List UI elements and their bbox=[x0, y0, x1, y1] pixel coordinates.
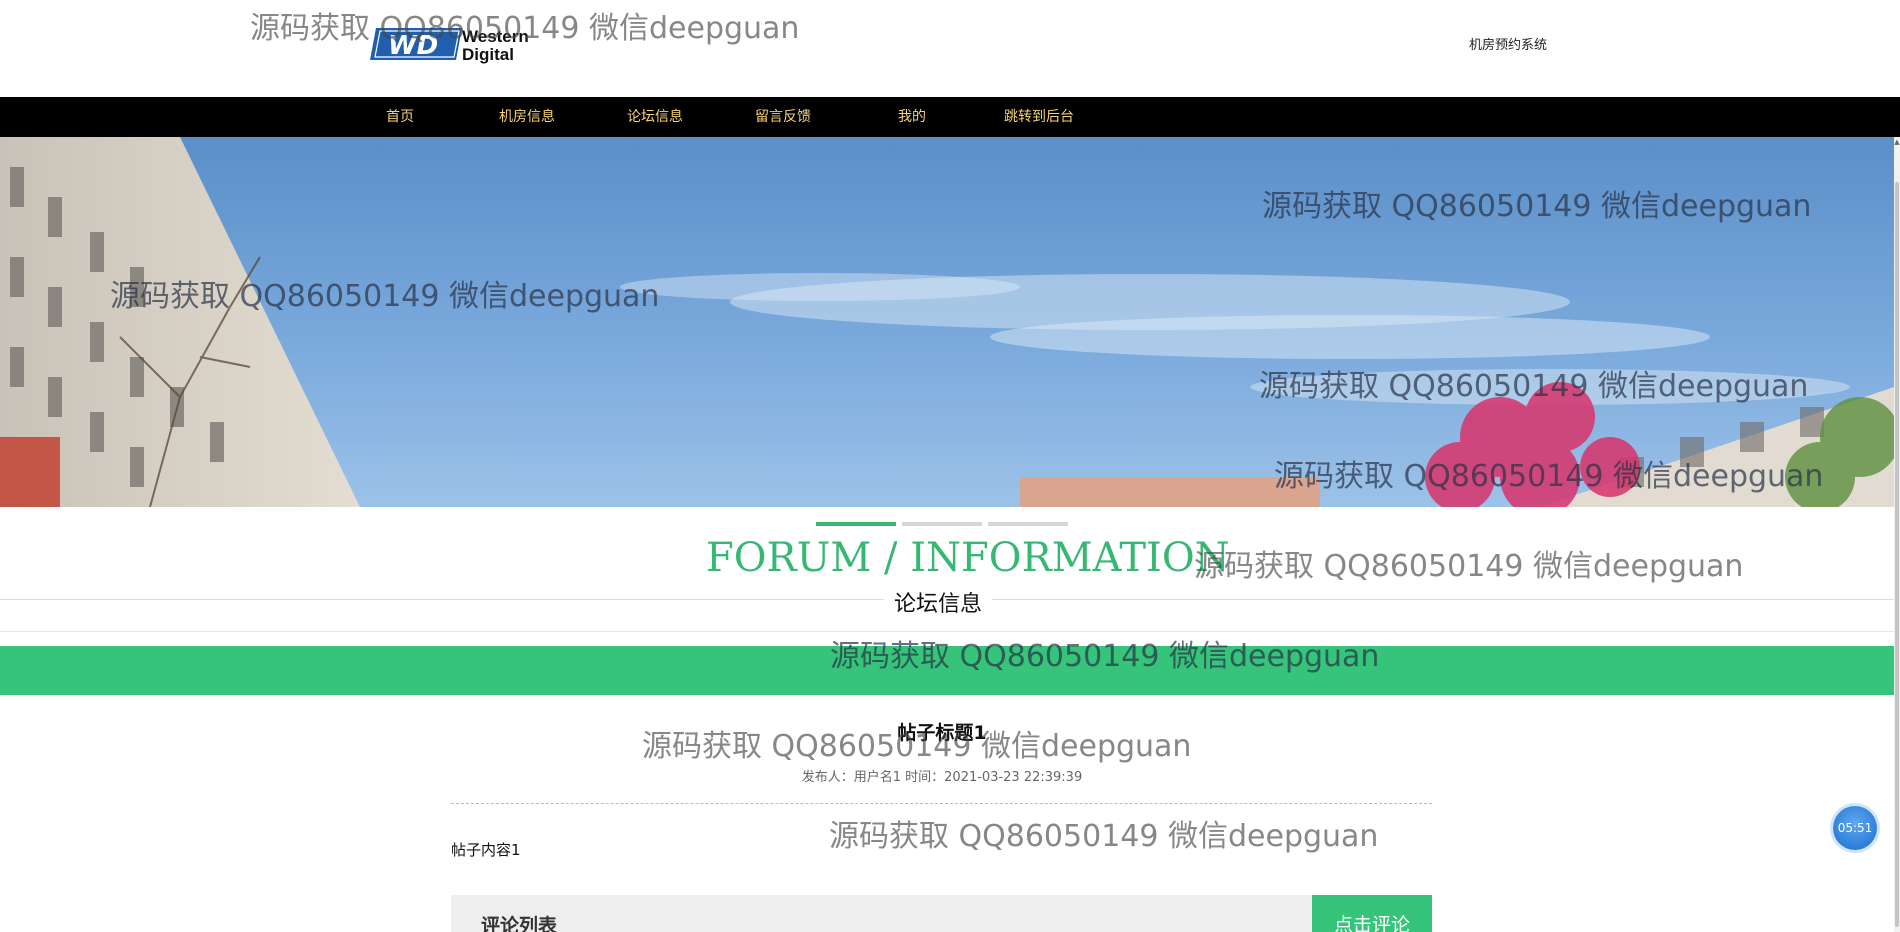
banner-image bbox=[0, 137, 1894, 507]
scrollbar-thumb[interactable] bbox=[1895, 182, 1899, 927]
banner-carousel[interactable] bbox=[0, 137, 1894, 507]
site-title: 机房预约系统 bbox=[1469, 38, 1548, 53]
post-title: 帖子标题1 bbox=[897, 722, 987, 744]
nav-item-feedback[interactable]: 留言反馈 bbox=[755, 97, 811, 137]
carousel-dot-3[interactable] bbox=[988, 522, 1068, 526]
section-divider-lower bbox=[0, 631, 1900, 632]
post-content: 帖子内容1 bbox=[451, 841, 521, 859]
carousel-dot-2[interactable] bbox=[902, 522, 982, 526]
nav-item-home[interactable]: 首页 bbox=[386, 97, 414, 137]
timer-bubble[interactable]: 05:51 bbox=[1833, 806, 1877, 850]
logo-line2: Digital bbox=[462, 45, 514, 64]
header: WD Western Digital 机房预约系统 bbox=[0, 0, 1894, 97]
section-title-cn: 论坛信息 bbox=[884, 586, 993, 618]
logo-line1: Western bbox=[462, 27, 529, 46]
comment-list-title: 评论列表 bbox=[481, 915, 558, 932]
post-divider bbox=[451, 803, 1432, 804]
nav-item-mine[interactable]: 我的 bbox=[898, 97, 926, 137]
post-meta: 发布人：用户名1 时间：2021-03-23 22:39:39 bbox=[801, 770, 1083, 785]
watermark: 源码获取 QQ86050149 微信deepguan bbox=[829, 819, 1379, 854]
add-comment-button[interactable]: 点击评论 bbox=[1312, 895, 1432, 932]
page: WD Western Digital 机房预约系统 首页 机房信息 论坛信息 留… bbox=[0, 0, 1900, 932]
scroll-up-icon[interactable]: ▲ bbox=[1894, 137, 1900, 147]
section-title-en: FORUM / INFORMATION bbox=[706, 535, 1230, 581]
page-scrollbar[interactable]: ▲ bbox=[1894, 137, 1900, 932]
comment-list-header: 评论列表 点击评论 bbox=[451, 895, 1432, 932]
carousel-dot-1[interactable] bbox=[816, 522, 896, 526]
western-digital-logo[interactable]: WD Western Digital bbox=[370, 24, 562, 64]
logo-badge-text: WD bbox=[388, 31, 438, 61]
nav-item-forum[interactable]: 论坛信息 bbox=[627, 97, 683, 137]
main-nav: 首页 机房信息 论坛信息 留言反馈 我的 跳转到后台 bbox=[0, 97, 1900, 137]
watermark: 源码获取 QQ86050149 微信deepguan bbox=[1194, 549, 1744, 584]
nav-item-room-info[interactable]: 机房信息 bbox=[499, 97, 555, 137]
accent-bar bbox=[0, 646, 1894, 695]
nav-item-admin[interactable]: 跳转到后台 bbox=[1004, 97, 1074, 137]
